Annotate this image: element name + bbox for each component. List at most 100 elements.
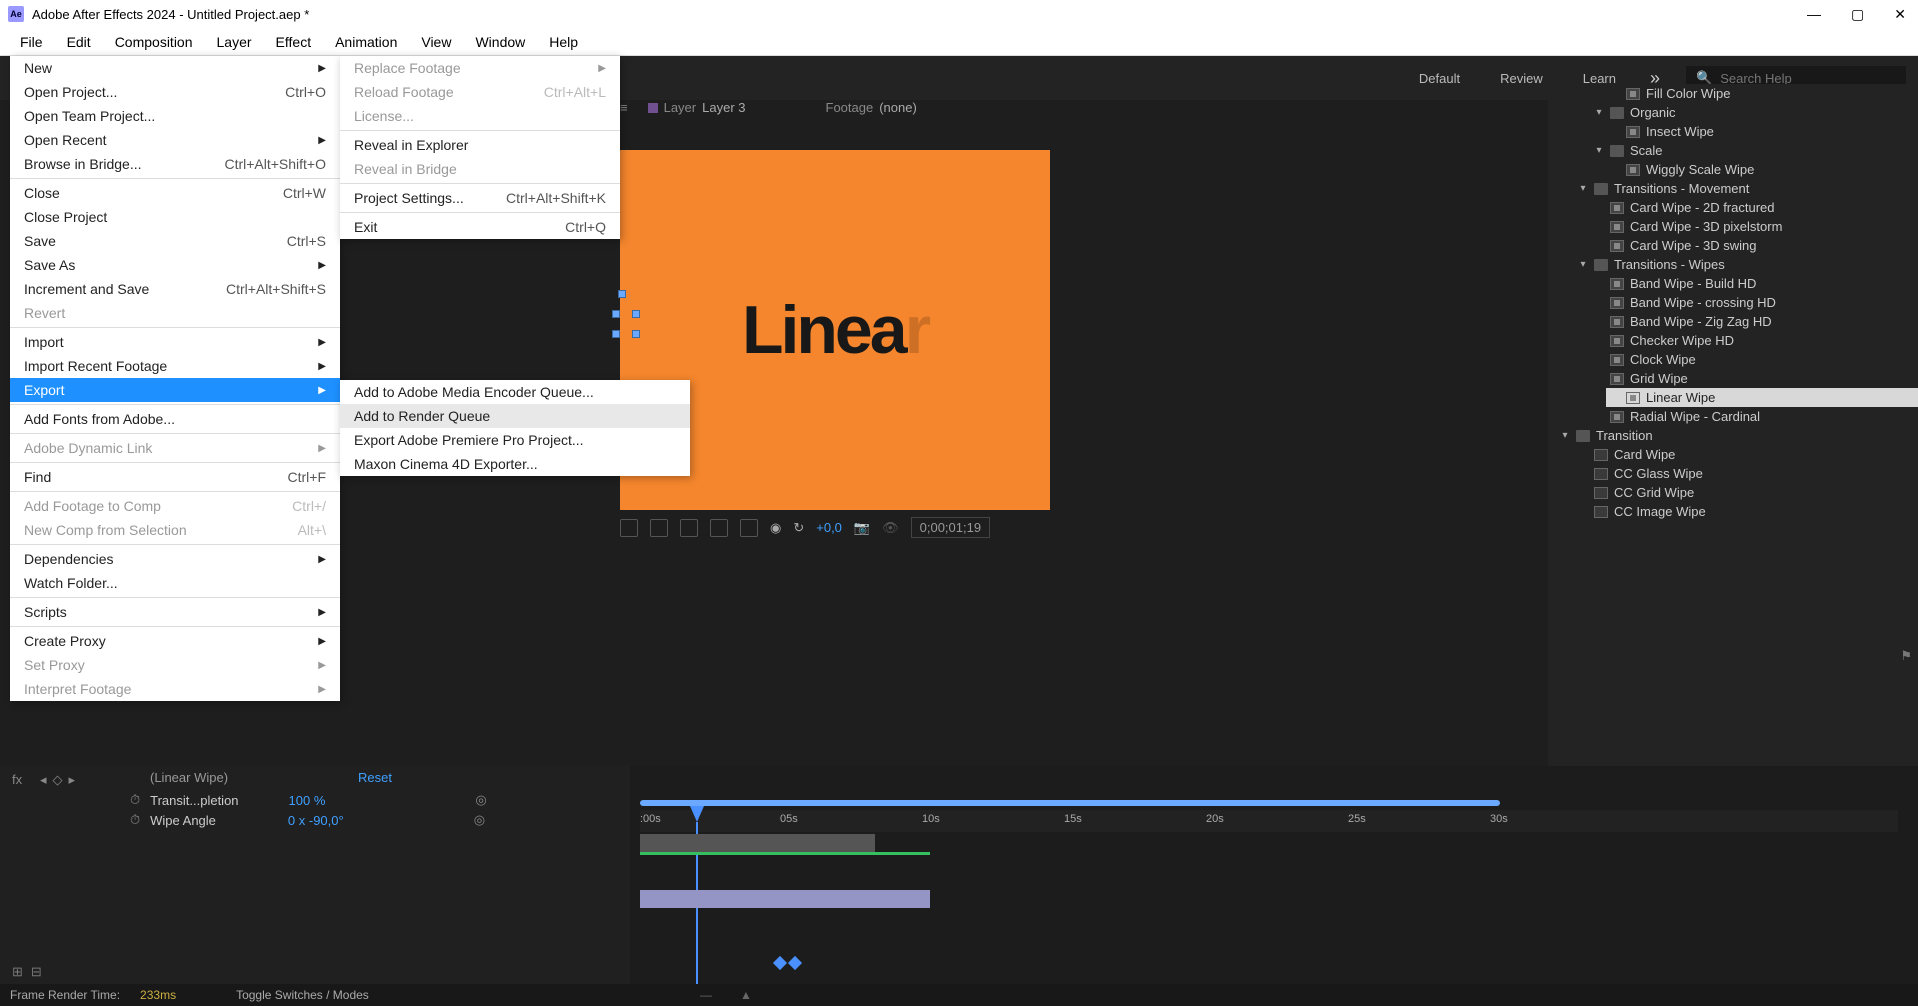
menu-icon[interactable]: ≡ — [620, 100, 628, 115]
fx-item[interactable]: Grid Wipe — [1548, 369, 1918, 388]
menu-help[interactable]: Help — [537, 30, 590, 54]
fx-item[interactable]: CC Glass Wipe — [1548, 464, 1918, 483]
layer-name[interactable]: Layer 3 — [702, 100, 745, 115]
viewer-btn[interactable] — [680, 519, 698, 537]
fx-item[interactable]: Band Wipe - Build HD — [1548, 274, 1918, 293]
next-kf-icon[interactable]: ▸ — [69, 772, 76, 788]
color-mgmt-icon[interactable]: ◉ — [770, 520, 781, 536]
menu-item[interactable]: Save As▶ — [10, 253, 340, 277]
menu-item[interactable]: Import Recent Footage▶ — [10, 354, 340, 378]
prop-value[interactable]: 0 x -90,0° — [288, 813, 344, 828]
stopwatch-icon[interactable]: ⏱ — [130, 792, 140, 808]
marker-add-icon[interactable]: ⚑ — [1900, 648, 1912, 664]
layer-bar[interactable] — [640, 890, 930, 908]
menu-view[interactable]: View — [409, 30, 463, 54]
menu-item[interactable]: Import▶ — [10, 330, 340, 354]
keyframe-icon[interactable] — [788, 956, 802, 970]
menu-item[interactable]: Increment and SaveCtrl+Alt+Shift+S — [10, 277, 340, 301]
menu-item[interactable]: Open Project...Ctrl+O — [10, 80, 340, 104]
menu-item[interactable]: Dependencies▶ — [10, 547, 340, 571]
fx-item[interactable]: Insect Wipe — [1548, 122, 1918, 141]
layer-bar[interactable] — [640, 834, 875, 852]
fx-item[interactable]: CC Image Wipe — [1548, 502, 1918, 521]
fx-item[interactable]: Band Wipe - crossing HD — [1548, 293, 1918, 312]
close-button[interactable]: ✕ — [1890, 6, 1910, 23]
expression-icon[interactable]: ◎ — [474, 812, 485, 828]
fx-item[interactable]: Fill Color Wipe — [1548, 84, 1918, 103]
timecode[interactable]: 0;00;01;19 — [911, 517, 990, 538]
menu-item[interactable]: SaveCtrl+S — [10, 229, 340, 253]
prop-name[interactable]: Transit...pletion — [150, 793, 238, 808]
stopwatch-icon[interactable]: ⏱ — [130, 812, 140, 828]
menu-item[interactable]: Add to Adobe Media Encoder Queue... — [340, 380, 690, 404]
work-area-bar[interactable] — [640, 800, 1500, 806]
fx-item[interactable]: Linear Wipe — [1606, 388, 1918, 407]
menu-layer[interactable]: Layer — [205, 30, 264, 54]
menu-item[interactable]: New▶ — [10, 56, 340, 80]
expression-icon[interactable]: ◎ — [475, 792, 486, 808]
zoom-slider-icon[interactable]: ▲ — [740, 988, 752, 1002]
workspace-review[interactable]: Review — [1500, 71, 1543, 86]
effect-name[interactable]: (Linear Wipe) — [150, 770, 228, 785]
menu-item[interactable]: Maxon Cinema 4D Exporter... — [340, 452, 690, 476]
zoom-out-icon[interactable]: — — [700, 988, 712, 1002]
add-kf-icon[interactable]: ◇ — [53, 772, 63, 788]
menu-item[interactable]: Open Recent▶ — [10, 128, 340, 152]
fx-item[interactable]: Card Wipe — [1548, 445, 1918, 464]
fx-folder[interactable]: ▾Transition — [1548, 426, 1918, 445]
prop-value[interactable]: 100 % — [289, 793, 326, 808]
exposure-icon[interactable]: ↻ — [793, 520, 804, 536]
toggle-icon[interactable]: ⊞ — [12, 964, 23, 980]
fx-item[interactable]: Card Wipe - 2D fractured — [1548, 198, 1918, 217]
viewer-btn[interactable] — [650, 519, 668, 537]
menu-item[interactable]: Reveal in Explorer — [340, 133, 620, 157]
viewer-btn[interactable] — [620, 519, 638, 537]
keyframe-icon[interactable] — [773, 956, 787, 970]
viewer-btn[interactable] — [710, 519, 728, 537]
fx-item[interactable]: Checker Wipe HD — [1548, 331, 1918, 350]
prop-name[interactable]: Wipe Angle — [150, 813, 216, 828]
menu-file[interactable]: File — [8, 30, 55, 54]
toggle-icon[interactable]: ⊟ — [31, 964, 42, 980]
fx-item[interactable]: Wiggly Scale Wipe — [1548, 160, 1918, 179]
menu-composition[interactable]: Composition — [103, 30, 205, 54]
minimize-button[interactable]: — — [1803, 6, 1825, 23]
fx-folder[interactable]: ▾Transitions - Movement — [1548, 179, 1918, 198]
workspace-default[interactable]: Default — [1419, 71, 1460, 86]
prev-kf-icon[interactable]: ◂ — [40, 772, 47, 788]
viewer-btn[interactable] — [740, 519, 758, 537]
exposure-value[interactable]: +0,0 — [816, 520, 842, 535]
menu-item[interactable]: Add to Render Queue — [340, 404, 690, 428]
fx-item[interactable]: Card Wipe - 3D swing — [1548, 236, 1918, 255]
menu-item[interactable]: Export Adobe Premiere Pro Project... — [340, 428, 690, 452]
reset-link[interactable]: Reset — [358, 770, 392, 785]
menu-animation[interactable]: Animation — [323, 30, 409, 54]
menu-item[interactable]: Browse in Bridge...Ctrl+Alt+Shift+O — [10, 152, 340, 176]
menu-effect[interactable]: Effect — [264, 30, 324, 54]
menu-item[interactable]: Project Settings...Ctrl+Alt+Shift+K — [340, 186, 620, 210]
fx-item[interactable]: Radial Wipe - Cardinal — [1548, 407, 1918, 426]
fx-item[interactable]: Band Wipe - Zig Zag HD — [1548, 312, 1918, 331]
menu-item[interactable]: Watch Folder... — [10, 571, 340, 595]
menu-item[interactable]: FindCtrl+F — [10, 465, 340, 489]
fx-item[interactable]: CC Grid Wipe — [1548, 483, 1918, 502]
fx-item[interactable]: Clock Wipe — [1548, 350, 1918, 369]
menu-window[interactable]: Window — [463, 30, 537, 54]
menu-item[interactable]: Export▶ — [10, 378, 340, 402]
menu-item[interactable]: Open Team Project... — [10, 104, 340, 128]
toggle-switches-button[interactable]: Toggle Switches / Modes — [236, 988, 369, 1002]
fx-item[interactable]: Card Wipe - 3D pixelstorm — [1548, 217, 1918, 236]
menu-item[interactable]: Scripts▶ — [10, 600, 340, 624]
snapshot-show-icon[interactable]: 👁 — [882, 520, 899, 536]
menu-edit[interactable]: Edit — [55, 30, 103, 54]
snapshot-icon[interactable]: 📷 — [854, 520, 870, 536]
menu-item[interactable]: Close Project — [10, 205, 340, 229]
fx-folder[interactable]: ▾Transitions - Wipes — [1548, 255, 1918, 274]
time-ruler[interactable]: :00s05s10s15s20s25s30s — [640, 810, 1898, 832]
fx-folder[interactable]: ▾Scale — [1548, 141, 1918, 160]
menu-item[interactable]: Add Fonts from Adobe... — [10, 407, 340, 431]
menu-item[interactable]: ExitCtrl+Q — [340, 215, 620, 239]
menu-item[interactable]: Create Proxy▶ — [10, 629, 340, 653]
fx-folder[interactable]: ▾Organic — [1548, 103, 1918, 122]
menu-item[interactable]: CloseCtrl+W — [10, 181, 340, 205]
